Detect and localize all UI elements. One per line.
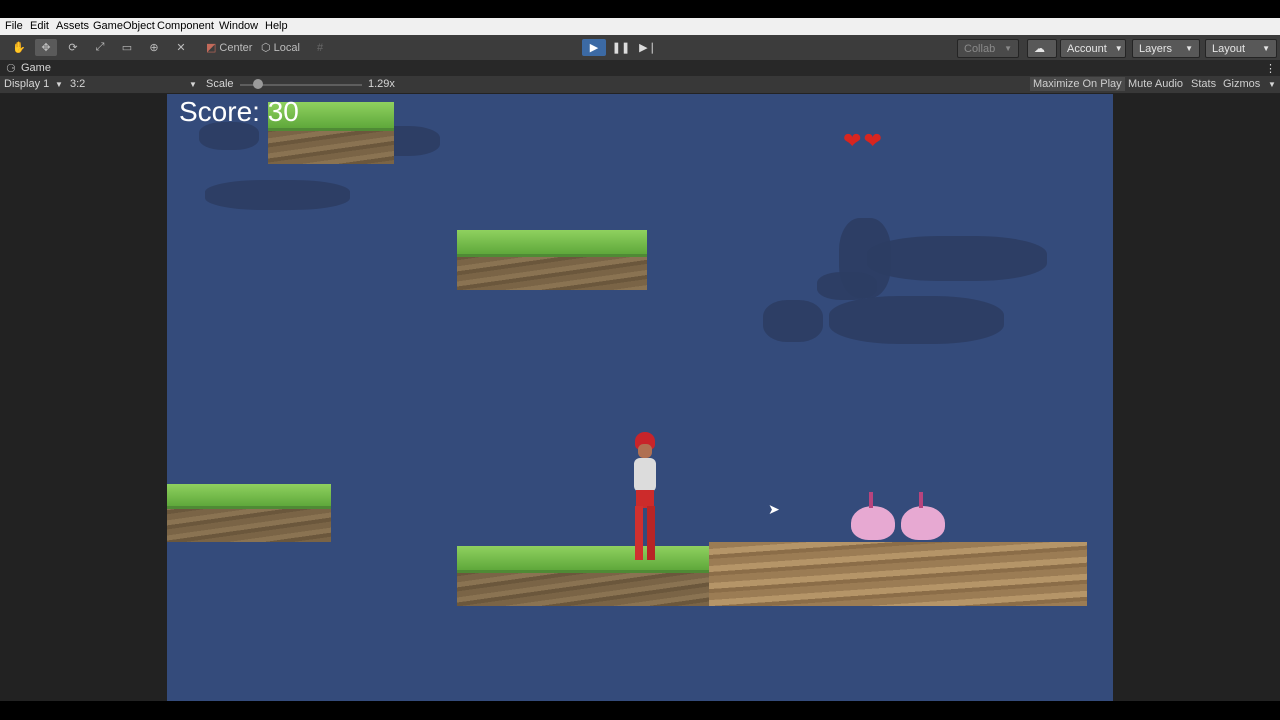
transform-tool-icon[interactable]: ⊕ [143,39,165,56]
cube-icon: ⬡ [261,42,271,54]
enemy-body [851,506,895,540]
display-dropdown[interactable]: Display 1 [4,78,49,90]
game-tab[interactable]: Game [21,62,51,74]
lives-display: ❤ ❤ [843,130,882,154]
floating-platform [457,230,647,290]
aspect-dropdown[interactable]: 3:2 [70,78,85,90]
scale-tool-icon[interactable]: ⤢ [89,39,111,56]
collab-dropdown[interactable]: Collab ▼ [957,39,1019,58]
scale-label: Scale [206,78,234,90]
pivot-center-icon: ◩ [206,42,217,54]
player-leg [635,506,643,560]
heart-icon: ❤ [863,128,882,153]
chevron-down-icon: ▼ [1004,44,1012,53]
mute-audio-toggle[interactable]: Mute Audio [1125,77,1187,91]
menu-file[interactable]: File [5,20,23,32]
pivot-rotation-button[interactable]: ⬡ Local [257,39,304,56]
heart-icon: ❤ [843,128,862,153]
scale-value: 1.29x [368,78,395,90]
rect-tool-icon[interactable]: ▭ [116,39,138,56]
background-rock [763,300,823,342]
hand-tool-icon[interactable]: ✋ [8,39,30,56]
collab-label: Collab [964,42,996,55]
cloud-button[interactable]: ☁ [1027,39,1057,58]
step-icon: ▶❘ [639,42,657,54]
enemy-creature [895,492,951,542]
maximize-on-play-toggle[interactable]: Maximize On Play [1030,77,1125,91]
game-view-toolbar: Display 1 ▼ 3:2 ▼ Scale 1.29x Maximize O… [0,76,1280,94]
pivot-mode-button[interactable]: ◩ Center [202,39,257,56]
more-options-icon[interactable]: ⋮ [1265,62,1276,75]
chevron-down-icon[interactable]: ▼ [55,80,63,89]
menu-window[interactable]: Window [219,20,258,32]
layout-label: Layout [1212,42,1246,55]
account-dropdown[interactable]: Account ▼ [1060,39,1126,58]
game-viewport[interactable]: Score: 30 ❤ ❤ ➤ [167,94,1113,701]
pivot-rotation-label: Local [273,41,300,54]
pause-icon: ❚❚ [611,42,631,54]
chevron-down-icon: ▼ [1114,44,1123,53]
chevron-down-icon: ▼ [1262,44,1270,53]
grid-snap-icon[interactable]: # [309,39,331,56]
menu-assets[interactable]: Assets [56,20,89,32]
background-rock [205,180,350,210]
menu-gameobject[interactable]: GameObject [93,20,155,32]
pause-button[interactable]: ❚❚ [610,39,632,56]
enemy-body [901,506,945,540]
play-button[interactable]: ▶ [582,39,606,56]
layers-label: Layers [1139,42,1173,55]
chevron-down-icon: ▼ [1185,44,1193,53]
cloud-icon: ☁ [1034,43,1045,55]
enemy-antenna [869,492,873,508]
stats-toggle[interactable]: Stats [1188,77,1220,91]
rotate-tool-icon[interactable]: ⟳ [62,39,84,56]
gizmos-toggle[interactable]: Gizmos [1220,77,1264,91]
game-tab-bar: ⚆ Game ⋮ [0,60,1280,76]
ground-platform [457,546,710,606]
background-rock [817,272,877,300]
account-label: Account [1067,42,1107,55]
dirt-ground [709,542,1087,606]
menu-component[interactable]: Component [157,20,214,32]
mouse-cursor-icon: ➤ [768,501,780,517]
scale-slider-thumb[interactable] [253,79,264,89]
chevron-down-icon[interactable]: ▼ [189,80,197,89]
enemy-creature [845,492,901,542]
play-icon: ▶ [589,42,599,54]
player-face [638,444,652,458]
main-toolbar: ✋ ✥ ⟳ ⤢ ▭ ⊕ ✕ ◩ Center ⬡ Local # ▶ ❚❚ ▶❘ C… [0,35,1280,60]
gamepad-icon: ⚆ [6,63,16,75]
enemy-antenna [919,492,923,508]
score-text: Score: 30 [179,96,299,127]
layers-dropdown[interactable]: Layers ▼ [1132,39,1200,58]
background-rock [829,296,1004,344]
menu-bar: File Edit Assets GameObject Component Wi… [0,18,1280,35]
player-leg [647,506,655,560]
pivot-mode-label: Center [219,41,253,54]
layout-dropdown[interactable]: Layout ▼ [1205,39,1277,58]
player-character [625,432,665,564]
bottom-bar [0,701,1280,720]
background-rock [867,236,1047,281]
chevron-down-icon[interactable]: ▼ [1268,80,1276,89]
menu-help[interactable]: Help [265,20,288,32]
menu-edit[interactable]: Edit [30,20,49,32]
step-button[interactable]: ▶❘ [637,39,659,56]
floating-platform [167,484,331,542]
move-tool-icon[interactable]: ✥ [35,39,57,56]
player-torso [634,458,656,492]
custom-tool-icon[interactable]: ✕ [170,39,192,56]
